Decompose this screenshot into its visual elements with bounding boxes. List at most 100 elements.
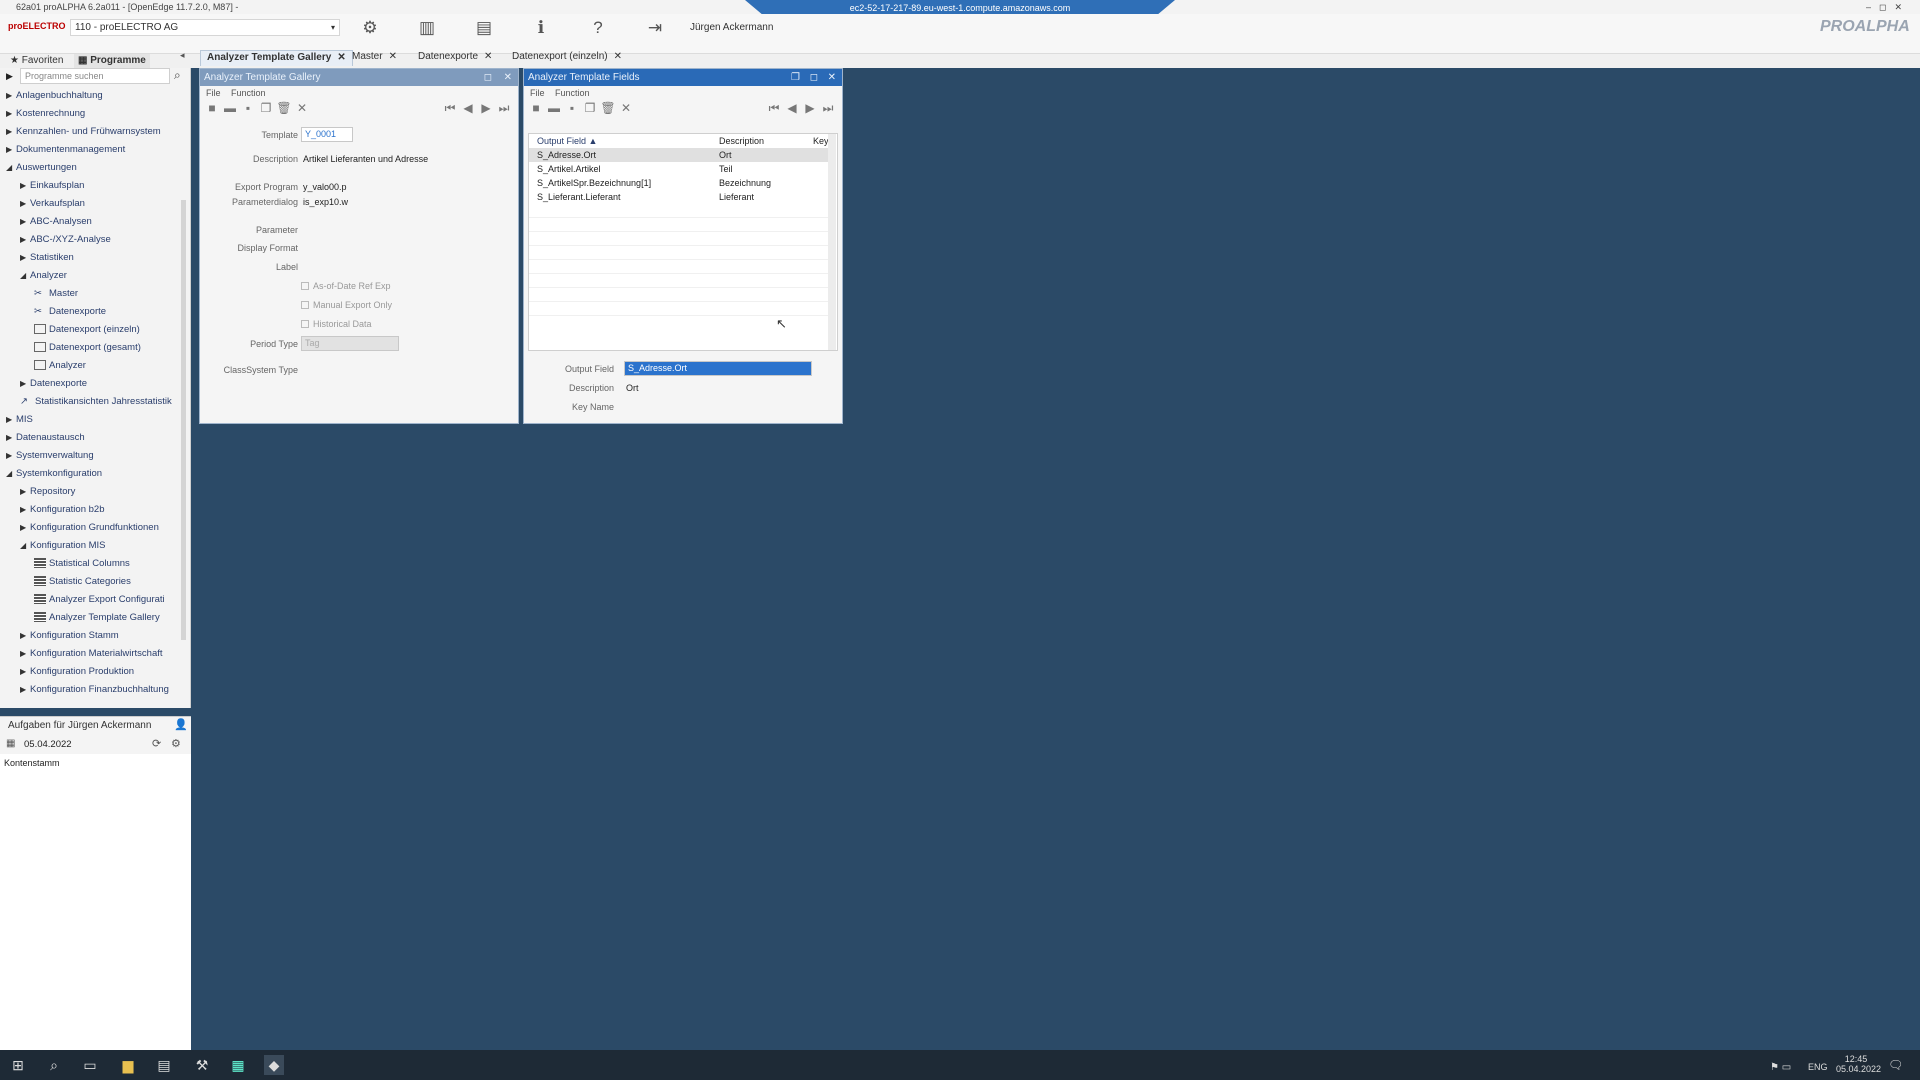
- tree-item[interactable]: ▶ ABC-Analysen: [20, 216, 92, 228]
- table-row[interactable]: S_Lieferant.Lieferant Lieferant: [529, 190, 829, 204]
- tree-item[interactable]: ▶ Verkaufsplan: [20, 198, 85, 210]
- table-row[interactable]: [529, 232, 829, 246]
- col-description[interactable]: Description: [719, 136, 764, 146]
- collapse-arrow-icon[interactable]: ◢: [6, 162, 16, 174]
- prev-record-icon[interactable]: ◀: [784, 100, 800, 116]
- notification-icon[interactable]: 🗨: [1888, 1058, 1903, 1072]
- save-icon[interactable]: ▪: [564, 100, 580, 116]
- company-select[interactable]: 110 - proELECTRO AG ▾: [70, 19, 340, 36]
- cancel-icon[interactable]: ✕: [294, 100, 310, 116]
- table-row[interactable]: S_ArtikelSpr.Bezeichnung[1] Bezeichnung: [529, 176, 829, 190]
- expand-arrow-icon[interactable]: ▶: [20, 378, 30, 390]
- user-icon[interactable]: 👤: [174, 718, 188, 731]
- calendar-icon[interactable]: ▦: [6, 738, 15, 749]
- task-item[interactable]: Kontenstamm: [4, 758, 60, 768]
- sidebar-scrollbar[interactable]: [181, 200, 186, 640]
- tree-item[interactable]: Analyzer Template Gallery: [34, 612, 160, 624]
- expand-arrow-icon[interactable]: ▶: [6, 450, 16, 462]
- template-input[interactable]: Y_0001: [301, 127, 353, 142]
- info-icon[interactable]: ℹ: [529, 16, 553, 40]
- file-explorer-icon[interactable]: ▆: [118, 1055, 138, 1075]
- app-icon[interactable]: ▦: [228, 1055, 248, 1075]
- expand-arrow-icon[interactable]: ▶: [6, 90, 16, 102]
- tree-item[interactable]: Statistic Categories: [34, 576, 131, 588]
- expand-arrow-icon[interactable]: ▶: [6, 432, 16, 444]
- proalpha-icon[interactable]: ◆: [264, 1055, 284, 1075]
- menu-function[interactable]: Function: [231, 88, 266, 98]
- close-icon[interactable]: ✕: [828, 69, 836, 86]
- close-icon[interactable]: ✕: [389, 51, 397, 62]
- tree-item[interactable]: Statistical Columns: [34, 558, 130, 570]
- table-row[interactable]: [529, 218, 829, 232]
- expand-arrow-icon[interactable]: ▶: [20, 648, 30, 660]
- tree-item[interactable]: ▶ Kennzahlen- und Frühwarnsystem: [6, 126, 161, 138]
- tree-item[interactable]: ▶ ABC-/XYZ-Analyse: [20, 234, 111, 246]
- save-icon[interactable]: ▪: [240, 100, 256, 116]
- tree-item[interactable]: ◢ Auswertungen: [6, 162, 77, 174]
- prev-record-icon[interactable]: ◀: [460, 100, 476, 116]
- expand-arrow-icon[interactable]: ▶: [20, 504, 30, 516]
- field-description-value[interactable]: Ort: [626, 383, 639, 393]
- doc-tab-gallery[interactable]: Analyzer Template Gallery ✕: [200, 50, 353, 66]
- tab-favorites[interactable]: ★ Favoriten: [6, 54, 67, 68]
- expand-arrow-icon[interactable]: ▶: [20, 198, 30, 210]
- tree-item[interactable]: ▶ MIS: [6, 414, 33, 426]
- tree-item[interactable]: ↗ Statistikansichten Jahresstatistik: [20, 396, 172, 408]
- language-indicator[interactable]: ENG: [1808, 1062, 1828, 1072]
- gear-icon[interactable]: ⚙: [358, 16, 382, 40]
- tree-item[interactable]: ◢ Konfiguration MIS: [20, 540, 106, 552]
- table-icon[interactable]: ▤: [472, 16, 496, 40]
- expand-arrow-icon[interactable]: ▶: [20, 180, 30, 192]
- menu-file[interactable]: File: [206, 88, 221, 98]
- collapse-arrow-icon[interactable]: ◢: [6, 468, 16, 480]
- tree-item[interactable]: ▶ Kostenrechnung: [6, 108, 85, 120]
- tree-item[interactable]: ▶ Repository: [20, 486, 75, 498]
- tree-item[interactable]: ◢ Analyzer: [20, 270, 67, 282]
- clock[interactable]: 12:45 05.04.2022: [1836, 1054, 1881, 1074]
- table-row[interactable]: [529, 260, 829, 274]
- tree-item[interactable]: ▶ Konfiguration Stamm: [20, 630, 119, 642]
- tab-programs[interactable]: ▦ Programme: [74, 54, 150, 68]
- description-value[interactable]: Artikel Lieferanten und Adresse: [303, 154, 428, 164]
- expand-arrow-icon[interactable]: ▶: [20, 630, 30, 642]
- fields-grid[interactable]: Output Field ▲ Description Key I S_Adres…: [528, 133, 838, 351]
- tree-item[interactable]: ▶ Dokumentenmanagement: [6, 144, 125, 156]
- tree-item[interactable]: ▶ Statistiken: [20, 252, 74, 264]
- collapse-sidebar-icon[interactable]: ◂: [180, 50, 185, 61]
- windows-start-icon[interactable]: ⊞: [8, 1055, 28, 1075]
- maximize-icon[interactable]: ◻: [810, 69, 818, 86]
- expand-arrow-icon[interactable]: ▶: [6, 126, 16, 138]
- layout-icon[interactable]: ▥: [415, 16, 439, 40]
- historical-checkbox[interactable]: Historical Data: [301, 319, 372, 329]
- expand-arrow-icon[interactable]: ▶: [6, 71, 13, 82]
- collapse-arrow-icon[interactable]: ◢: [20, 270, 30, 282]
- expand-arrow-icon[interactable]: ▶: [20, 252, 30, 264]
- tool-icon[interactable]: ⚒: [192, 1055, 212, 1075]
- close-icon[interactable]: ✕: [614, 51, 622, 62]
- tree-item[interactable]: ▶ Systemverwaltung: [6, 450, 94, 462]
- expand-arrow-icon[interactable]: ▶: [20, 666, 30, 678]
- collapse-arrow-icon[interactable]: ◢: [20, 540, 30, 552]
- tree-item[interactable]: Analyzer Export Configurati: [34, 594, 165, 606]
- last-record-icon[interactable]: ⏭: [496, 100, 512, 116]
- tree-item[interactable]: ✂ Master: [34, 288, 78, 300]
- restore-icon[interactable]: ❐: [791, 69, 800, 86]
- tree-item[interactable]: ▶ Konfiguration Grundfunktionen: [20, 522, 159, 534]
- expand-arrow-icon[interactable]: ▶: [6, 108, 16, 120]
- tree-item[interactable]: ▶ Konfiguration Produktion: [20, 666, 134, 678]
- window-controls[interactable]: –◻✕: [1866, 0, 1910, 14]
- table-row[interactable]: S_Artikel.Artikel Teil: [529, 162, 829, 176]
- close-icon[interactable]: ✕: [484, 51, 492, 62]
- manual-export-checkbox[interactable]: Manual Export Only: [301, 300, 392, 310]
- first-record-icon[interactable]: ⏮: [766, 100, 782, 116]
- tree-item[interactable]: ▶ Einkaufsplan: [20, 180, 84, 192]
- search-input[interactable]: Programme suchen: [20, 68, 170, 84]
- table-row[interactable]: [529, 246, 829, 260]
- close-icon[interactable]: ✕: [504, 69, 512, 86]
- tray-icons[interactable]: ⚑ ▭: [1770, 1062, 1791, 1073]
- expand-arrow-icon[interactable]: ▶: [20, 522, 30, 534]
- delete-icon[interactable]: 🗑: [276, 100, 292, 116]
- asof-checkbox[interactable]: As-of-Date Ref Exp: [301, 281, 391, 291]
- tree-item[interactable]: ✂ Datenexporte: [34, 306, 106, 318]
- cancel-icon[interactable]: ✕: [618, 100, 634, 116]
